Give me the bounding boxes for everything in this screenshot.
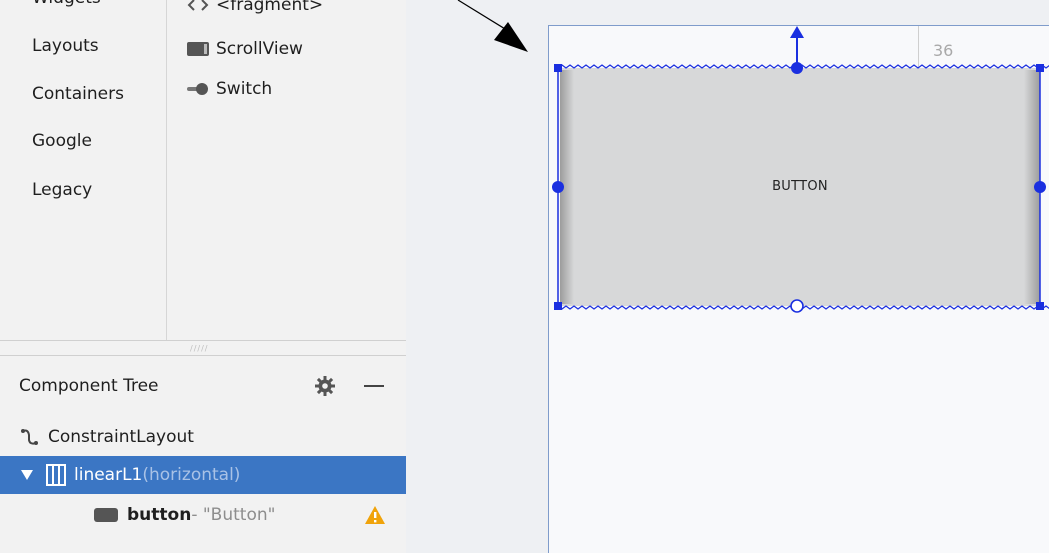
palette-item-fragment[interactable]: <fragment> bbox=[186, 0, 323, 18]
scrollview-icon bbox=[186, 39, 210, 59]
resize-handle-bottom-left[interactable] bbox=[554, 302, 562, 310]
palette-item-label: Switch bbox=[216, 79, 273, 99]
palette-item-scrollview[interactable]: ScrollView bbox=[186, 36, 303, 62]
palette-category-list: Widgets Layouts Containers Google Legacy bbox=[0, 0, 167, 340]
tree-row-label: ConstraintLayout bbox=[48, 427, 194, 447]
tree-row-constraintlayout[interactable]: ConstraintLayout bbox=[0, 418, 406, 456]
palette-category-partial[interactable]: Widgets bbox=[32, 0, 101, 8]
expand-triangle-icon[interactable] bbox=[20, 469, 34, 481]
left-panels: Widgets Layouts Containers Google Legacy… bbox=[0, 0, 407, 553]
switch-icon bbox=[186, 79, 210, 99]
component-tree-title: Component Tree bbox=[19, 376, 159, 396]
warning-icon[interactable] bbox=[364, 505, 386, 525]
tree-row-button[interactable]: button - "Button" bbox=[0, 496, 406, 534]
palette-item-label: ScrollView bbox=[216, 39, 303, 59]
resize-handle-top-left[interactable] bbox=[554, 64, 562, 72]
button-icon bbox=[93, 507, 119, 523]
palette-item-label: <fragment> bbox=[216, 0, 324, 15]
gear-icon[interactable] bbox=[314, 375, 336, 397]
tree-row-detail: (horizontal) bbox=[142, 465, 241, 485]
palette-items-list: <fragment> ScrollView Switch bbox=[166, 0, 406, 340]
palette-category-layouts[interactable]: Layouts bbox=[32, 36, 99, 56]
tree-row-label: linearL1 bbox=[74, 465, 143, 485]
constraint-layout-icon bbox=[20, 427, 40, 447]
palette-category-containers[interactable]: Containers bbox=[32, 84, 124, 104]
palette-category-google[interactable]: Google bbox=[32, 131, 92, 151]
tree-row-linearl1[interactable]: linearL1 (horizontal) bbox=[0, 456, 406, 494]
palette-item-switch[interactable]: Switch bbox=[186, 76, 272, 102]
margin-value-label: 36 bbox=[933, 41, 954, 60]
anchor-right[interactable] bbox=[1034, 181, 1046, 193]
splitter-grip-icon: ///// bbox=[190, 344, 209, 353]
tree-row-label: button bbox=[127, 505, 192, 525]
fragment-icon bbox=[186, 0, 210, 15]
anchor-top[interactable] bbox=[791, 62, 803, 74]
linear-layout-icon bbox=[46, 464, 66, 486]
anchor-left[interactable] bbox=[552, 181, 564, 193]
panel-splitter[interactable]: ///// bbox=[0, 340, 406, 356]
android-layout-editor: Widgets Layouts Containers Google Legacy… bbox=[0, 0, 1049, 553]
palette-category-legacy[interactable]: Legacy bbox=[32, 180, 92, 200]
anchor-bottom[interactable] bbox=[790, 299, 804, 313]
resize-handle-bottom-right[interactable] bbox=[1036, 302, 1044, 310]
resize-handle-top-right[interactable] bbox=[1036, 64, 1044, 72]
collapse-minus-icon[interactable] bbox=[364, 385, 384, 387]
button-widget-label: BUTTON bbox=[772, 179, 828, 194]
component-tree-header: Component Tree bbox=[0, 366, 406, 406]
tree-row-detail: - "Button" bbox=[191, 505, 276, 525]
